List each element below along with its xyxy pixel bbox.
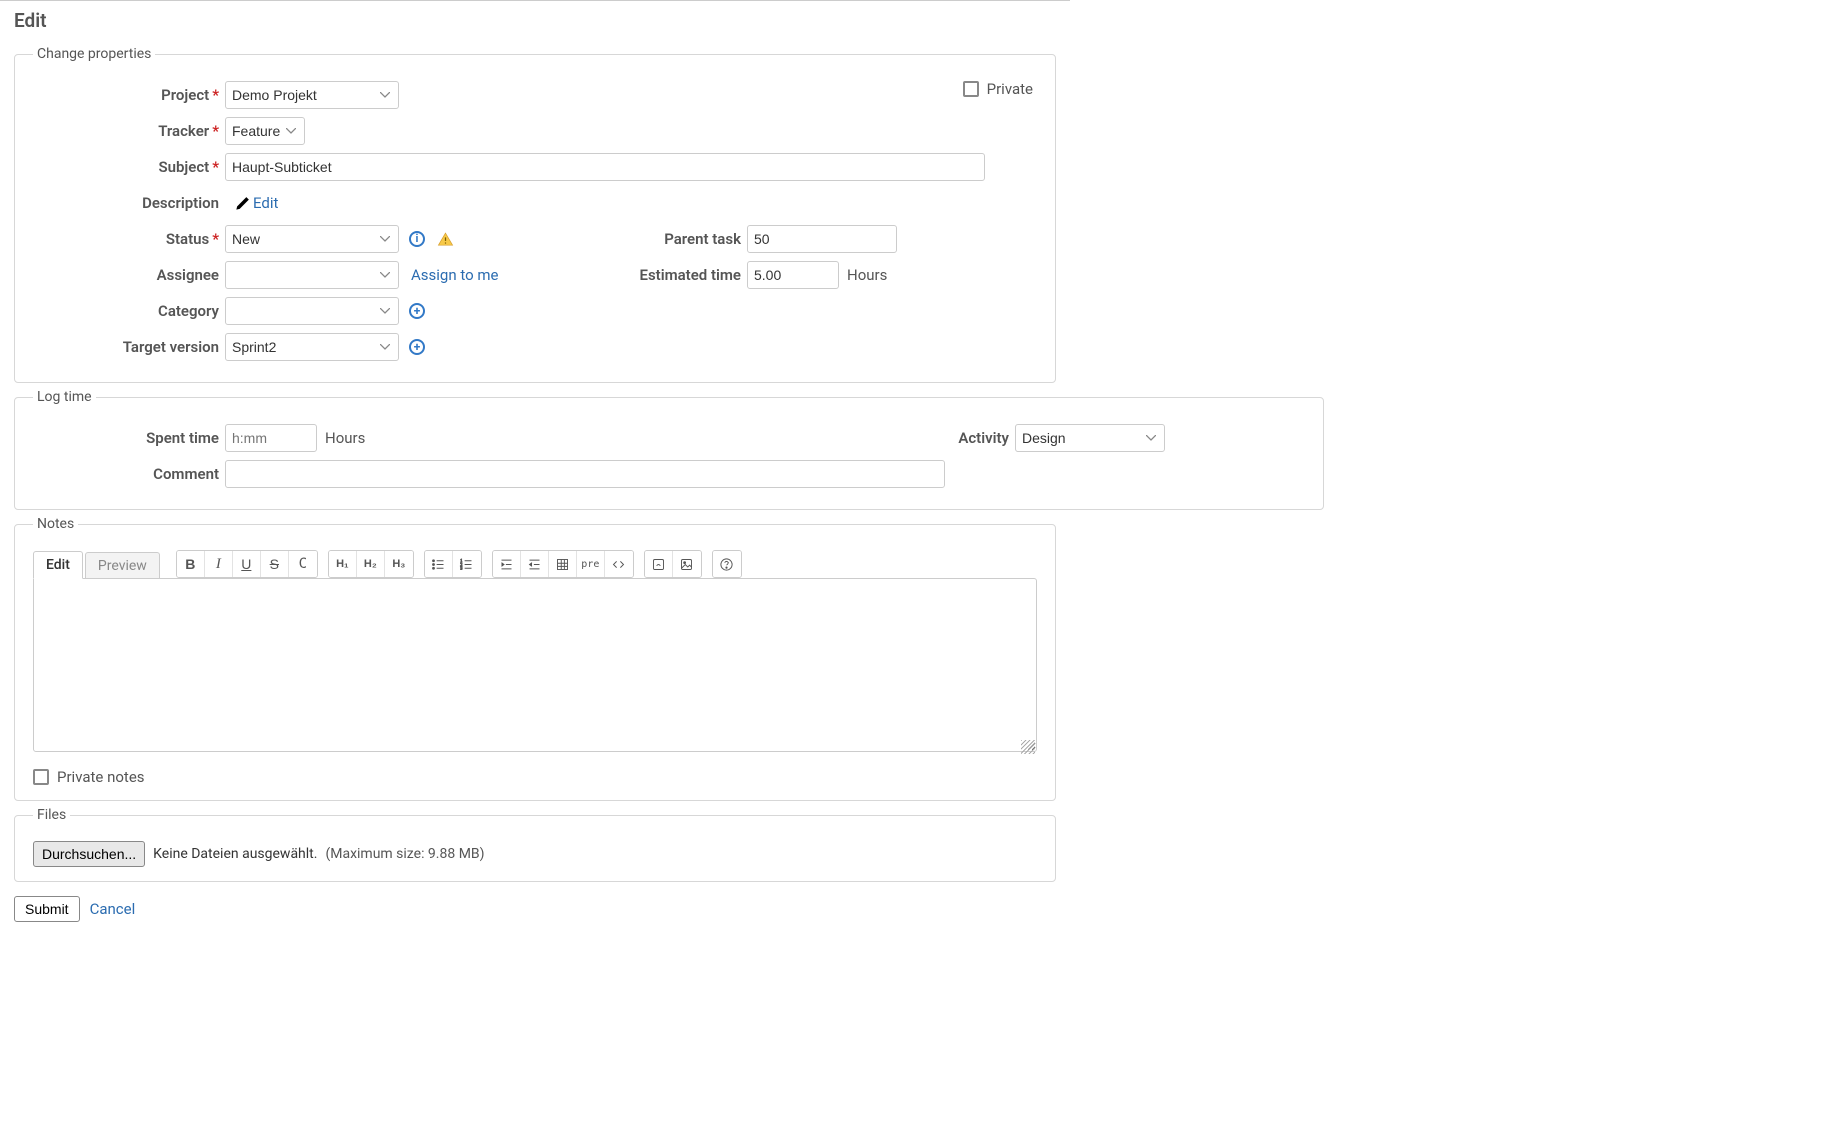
files-fieldset: Files Durchsuchen... Keine Dateien ausge…: [14, 807, 1056, 882]
description-label: Description: [33, 194, 225, 212]
cancel-link[interactable]: Cancel: [90, 900, 136, 918]
spent-time-input[interactable]: [225, 424, 317, 452]
ul-button[interactable]: [425, 551, 453, 577]
warning-icon[interactable]: [435, 229, 455, 249]
link-button[interactable]: [645, 551, 673, 577]
change-properties-legend: Change properties: [33, 46, 155, 62]
private-notes-label: Private notes: [57, 768, 145, 786]
tab-preview[interactable]: Preview: [85, 552, 160, 579]
submit-button[interactable]: Submit: [14, 896, 80, 922]
parent-task-input[interactable]: [747, 225, 897, 253]
activity-select[interactable]: Design: [1015, 424, 1165, 452]
status-select[interactable]: New: [225, 225, 399, 253]
help-button[interactable]: [713, 551, 741, 577]
hours-label-1: Hours: [847, 266, 887, 284]
add-version-icon[interactable]: +: [407, 337, 427, 357]
info-icon[interactable]: i: [407, 229, 427, 249]
notes-textarea[interactable]: [33, 578, 1037, 752]
pre-button[interactable]: pre: [577, 551, 605, 577]
assign-to-me-link[interactable]: Assign to me: [411, 266, 499, 284]
code-button[interactable]: C: [289, 551, 317, 577]
italic-button[interactable]: I: [205, 551, 233, 577]
underline-button[interactable]: U: [233, 551, 261, 577]
ol-button[interactable]: 123: [453, 551, 481, 577]
outdent-button[interactable]: [521, 551, 549, 577]
edit-description-link[interactable]: Edit: [253, 194, 278, 212]
h3-button[interactable]: H₃: [385, 551, 413, 577]
tab-edit[interactable]: Edit: [33, 551, 83, 579]
bold-button[interactable]: B: [177, 551, 205, 577]
estimated-time-input[interactable]: [747, 261, 839, 289]
target-version-label: Target version: [33, 338, 225, 356]
h1-button[interactable]: H₁: [329, 551, 357, 577]
log-time-legend: Log time: [33, 389, 96, 405]
change-properties-fieldset: Change properties Private Project* Demo …: [14, 46, 1056, 383]
hours-label-2: Hours: [325, 429, 365, 447]
project-select[interactable]: Demo Projekt: [225, 81, 399, 109]
parent-task-label: Parent task: [623, 230, 747, 248]
indent-button[interactable]: [493, 551, 521, 577]
table-button[interactable]: [549, 551, 577, 577]
assignee-label: Assignee: [33, 266, 225, 284]
page-title: Edit: [14, 9, 1056, 32]
codeblock-button[interactable]: [605, 551, 633, 577]
add-category-icon[interactable]: +: [407, 301, 427, 321]
notes-legend: Notes: [33, 516, 78, 532]
assignee-select[interactable]: [225, 261, 399, 289]
estimated-time-label: Estimated time: [623, 266, 747, 284]
target-version-select[interactable]: Sprint2: [225, 333, 399, 361]
notes-fieldset: Notes Edit Preview B I U S C H₁ H₂ H₃: [14, 516, 1056, 801]
strike-button[interactable]: S: [261, 551, 289, 577]
comment-label: Comment: [33, 465, 225, 483]
tracker-select[interactable]: Feature: [225, 117, 305, 145]
subject-input[interactable]: [225, 153, 985, 181]
log-time-fieldset: Log time Spent time Hours Comment Activi…: [14, 389, 1324, 510]
files-legend: Files: [33, 807, 70, 823]
max-size-text: (Maximum size: 9.88 MB): [325, 846, 484, 862]
category-select[interactable]: [225, 297, 399, 325]
private-notes-checkbox[interactable]: [33, 769, 49, 785]
pencil-icon[interactable]: [233, 193, 253, 213]
subject-label: Subject*: [33, 158, 225, 176]
svg-text:3: 3: [461, 565, 464, 570]
status-label: Status*: [33, 230, 225, 248]
no-file-text: Keine Dateien ausgewählt.: [153, 846, 317, 862]
private-checkbox[interactable]: [963, 81, 979, 97]
activity-label: Activity: [945, 429, 1015, 447]
project-label: Project*: [33, 86, 225, 104]
h2-button[interactable]: H₂: [357, 551, 385, 577]
private-label: Private: [987, 80, 1033, 98]
image-button[interactable]: [673, 551, 701, 577]
browse-button[interactable]: Durchsuchen...: [33, 841, 145, 867]
tracker-label: Tracker*: [33, 122, 225, 140]
category-label: Category: [33, 302, 225, 320]
editor-toolbar: B I U S C H₁ H₂ H₃ 123: [176, 550, 752, 578]
spent-time-label: Spent time: [33, 429, 225, 447]
comment-input[interactable]: [225, 460, 945, 488]
